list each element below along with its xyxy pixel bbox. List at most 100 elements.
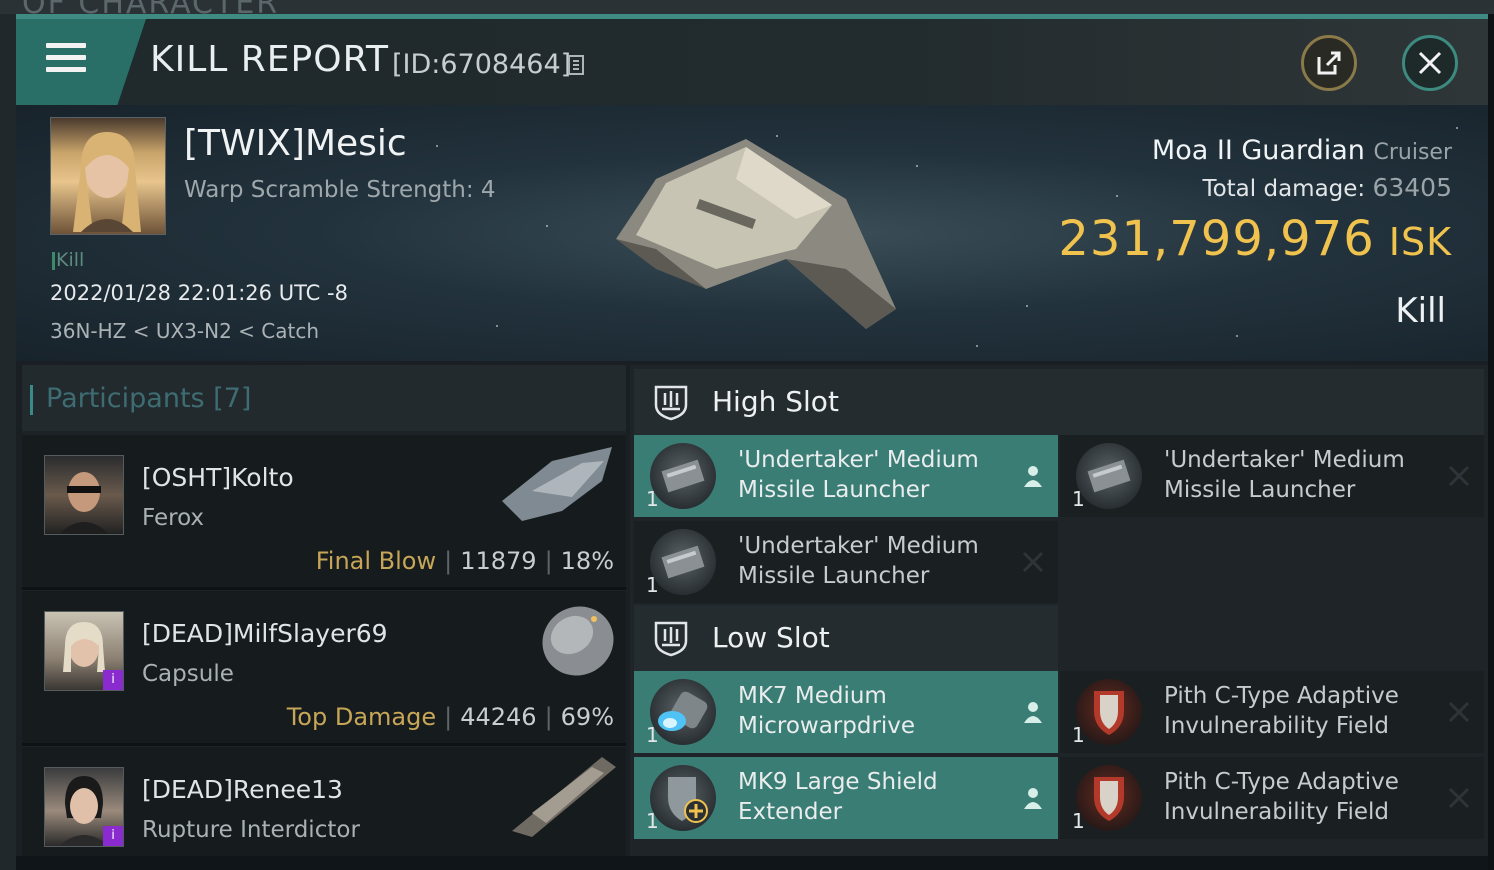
- victim-ship-render[interactable]: [596, 119, 916, 349]
- participant-stats: Final Blow | 11879 | 18%: [315, 547, 614, 575]
- kill-outcome: Kill: [1395, 291, 1446, 331]
- module-name-line1: MK9 Large Shield: [738, 769, 938, 795]
- module-item[interactable]: 1 MK7 Medium Microwarpdrive: [634, 671, 1058, 753]
- destroyed-x-icon: [1448, 701, 1470, 723]
- participant-row[interactable]: i [DEAD]Renee13 Rupture Interdictor: [22, 747, 626, 870]
- participants-title: Participants [7]: [29, 383, 252, 415]
- corp-badge-icon: i: [103, 826, 123, 846]
- missile-launcher-icon: [650, 443, 716, 509]
- module-name-line2: Missile Launcher: [738, 477, 930, 503]
- participant-percent: 69%: [560, 703, 614, 731]
- module-item[interactable]: 1 Pith C-Type Adaptive Invulnerability Fi…: [1060, 757, 1484, 839]
- top-damage-label: Top Damage: [286, 703, 437, 731]
- victim-portrait[interactable]: [50, 117, 166, 235]
- participant-ship-image: [542, 606, 614, 676]
- low-slot-icon: [654, 621, 688, 657]
- module-name-line1: Pith C-Type Adaptive: [1164, 683, 1399, 709]
- module-name-line2: Missile Launcher: [1164, 477, 1356, 503]
- victim-ship[interactable]: Moa II Guardian Cruiser: [1152, 135, 1452, 166]
- participants-header[interactable]: Participants [7]: [22, 365, 626, 431]
- kill-report-window: KILL REPORT [ID:6708464] [TWIX]Mesic War…: [16, 14, 1488, 870]
- copy-icon[interactable]: [568, 55, 584, 75]
- close-button[interactable]: [1402, 35, 1458, 91]
- window-title: KILL REPORT: [150, 39, 389, 80]
- module-quantity: 1: [646, 487, 659, 511]
- kill-location[interactable]: 36N-HZ < UX3-N2 < Catch: [50, 319, 319, 343]
- participant-avatar[interactable]: [44, 455, 124, 535]
- module-name-line2: Invulnerability Field: [1164, 713, 1390, 739]
- module-quantity: 1: [1072, 723, 1085, 747]
- module-name-line1: Pith C-Type Adaptive: [1164, 769, 1399, 795]
- participant-percent: 18%: [560, 547, 614, 575]
- background-left-edge: [0, 14, 16, 870]
- destroyed-x-icon: [1448, 787, 1470, 809]
- isk-unit: ISK: [1388, 220, 1452, 264]
- participant-avatar[interactable]: i: [44, 767, 124, 847]
- module-item[interactable]: 1 MK9 Large Shield Extender: [634, 757, 1058, 839]
- microwarpdrive-icon: [650, 679, 716, 745]
- dropped-person-icon: [1024, 702, 1042, 723]
- participant-stats: Top Damage | 44246 | 69%: [286, 703, 614, 731]
- shield-extender-icon: [650, 765, 716, 831]
- victim-name[interactable]: [TWIX]Mesic: [184, 123, 407, 164]
- missile-launcher-icon: [1076, 443, 1142, 509]
- module-name-line1: MK7 Medium: [738, 683, 887, 709]
- low-slot-header: Low Slot: [634, 605, 1058, 671]
- participant-ship[interactable]: Capsule: [142, 661, 234, 687]
- module-name: MK7 Medium Microwarpdrive: [738, 681, 1008, 741]
- module-quantity: 1: [646, 809, 659, 833]
- module-name: 'Undertaker' Medium Missile Launcher: [738, 445, 1008, 505]
- kill-datetime: 2022/01/28 22:01:26 UTC -8: [50, 281, 348, 305]
- low-slot-title: Low Slot: [712, 621, 830, 654]
- module-name: 'Undertaker' Medium Missile Launcher: [1164, 445, 1434, 505]
- hamburger-icon[interactable]: [46, 43, 86, 75]
- participant-ship[interactable]: Ferox: [142, 505, 204, 531]
- total-damage-label: Total damage:: [1202, 176, 1366, 202]
- participant-damage: 44246: [460, 703, 537, 731]
- module-name-line2: Invulnerability Field: [1164, 799, 1390, 825]
- participant-row[interactable]: i [DEAD]MilfSlayer69 Capsule Top Damage |…: [22, 591, 626, 746]
- corp-badge-icon: i: [103, 670, 123, 690]
- participant-ship-image: [502, 447, 612, 521]
- isk-value: 231,799,976 ISK: [1058, 211, 1452, 267]
- final-blow-label: Final Blow: [315, 547, 437, 575]
- participant-ship[interactable]: Rupture Interdictor: [142, 817, 360, 843]
- module-quantity: 1: [646, 573, 659, 597]
- module-item[interactable]: 1 Pith C-Type Adaptive Invulnerability Fi…: [1060, 671, 1484, 753]
- module-name: MK9 Large Shield Extender: [738, 767, 1008, 827]
- high-slot-title: High Slot: [712, 385, 839, 418]
- participant-name[interactable]: [DEAD]MilfSlayer69: [142, 619, 388, 648]
- module-name-line2: Microwarpdrive: [738, 713, 916, 739]
- participants-panel: Participants [7] [OSHT]Kolto Ferox Final…: [22, 365, 626, 870]
- participant-name[interactable]: [OSHT]Kolto: [142, 463, 294, 492]
- menu-tab[interactable]: [16, 19, 146, 105]
- destroyed-x-icon: [1022, 551, 1044, 573]
- participant-avatar[interactable]: i: [44, 611, 124, 691]
- total-damage-value: 63405: [1372, 173, 1452, 202]
- module-name: Pith C-Type Adaptive Invulnerability Fiel…: [1164, 681, 1434, 741]
- module-name: 'Undertaker' Medium Missile Launcher: [738, 531, 1008, 591]
- window-header: KILL REPORT [ID:6708464]: [16, 19, 1488, 105]
- module-item[interactable]: 1 'Undertaker' Medium Missile Launcher: [1060, 435, 1484, 517]
- total-damage: Total damage: 63405: [1202, 173, 1452, 202]
- participant-name[interactable]: [DEAD]Renee13: [142, 775, 343, 804]
- participant-damage: 11879: [460, 547, 537, 575]
- invulnerability-field-icon: [1076, 765, 1142, 831]
- avatar-image: [59, 472, 109, 534]
- module-name-line1: 'Undertaker' Medium: [1164, 447, 1405, 473]
- module-quantity: 1: [1072, 809, 1085, 833]
- share-button[interactable]: [1301, 35, 1357, 91]
- high-slot-header: High Slot: [634, 369, 1484, 435]
- participant-row[interactable]: [OSHT]Kolto Ferox Final Blow | 11879 | 18%: [22, 435, 626, 590]
- module-name-line2: Missile Launcher: [738, 563, 930, 589]
- high-slot-icon: [654, 385, 688, 421]
- close-icon: [1405, 38, 1455, 88]
- isk-amount: 231,799,976: [1058, 211, 1375, 267]
- module-name-line1: 'Undertaker' Medium: [738, 533, 979, 559]
- module-name-line1: 'Undertaker' Medium: [738, 447, 979, 473]
- destroyed-x-icon: [1448, 465, 1470, 487]
- module-item[interactable]: 1 'Undertaker' Medium Missile Launcher: [634, 435, 1058, 517]
- missile-launcher-icon: [650, 529, 716, 595]
- victim-detail: Warp Scramble Strength: 4: [184, 177, 496, 203]
- module-item[interactable]: 1 'Undertaker' Medium Missile Launcher: [634, 521, 1058, 603]
